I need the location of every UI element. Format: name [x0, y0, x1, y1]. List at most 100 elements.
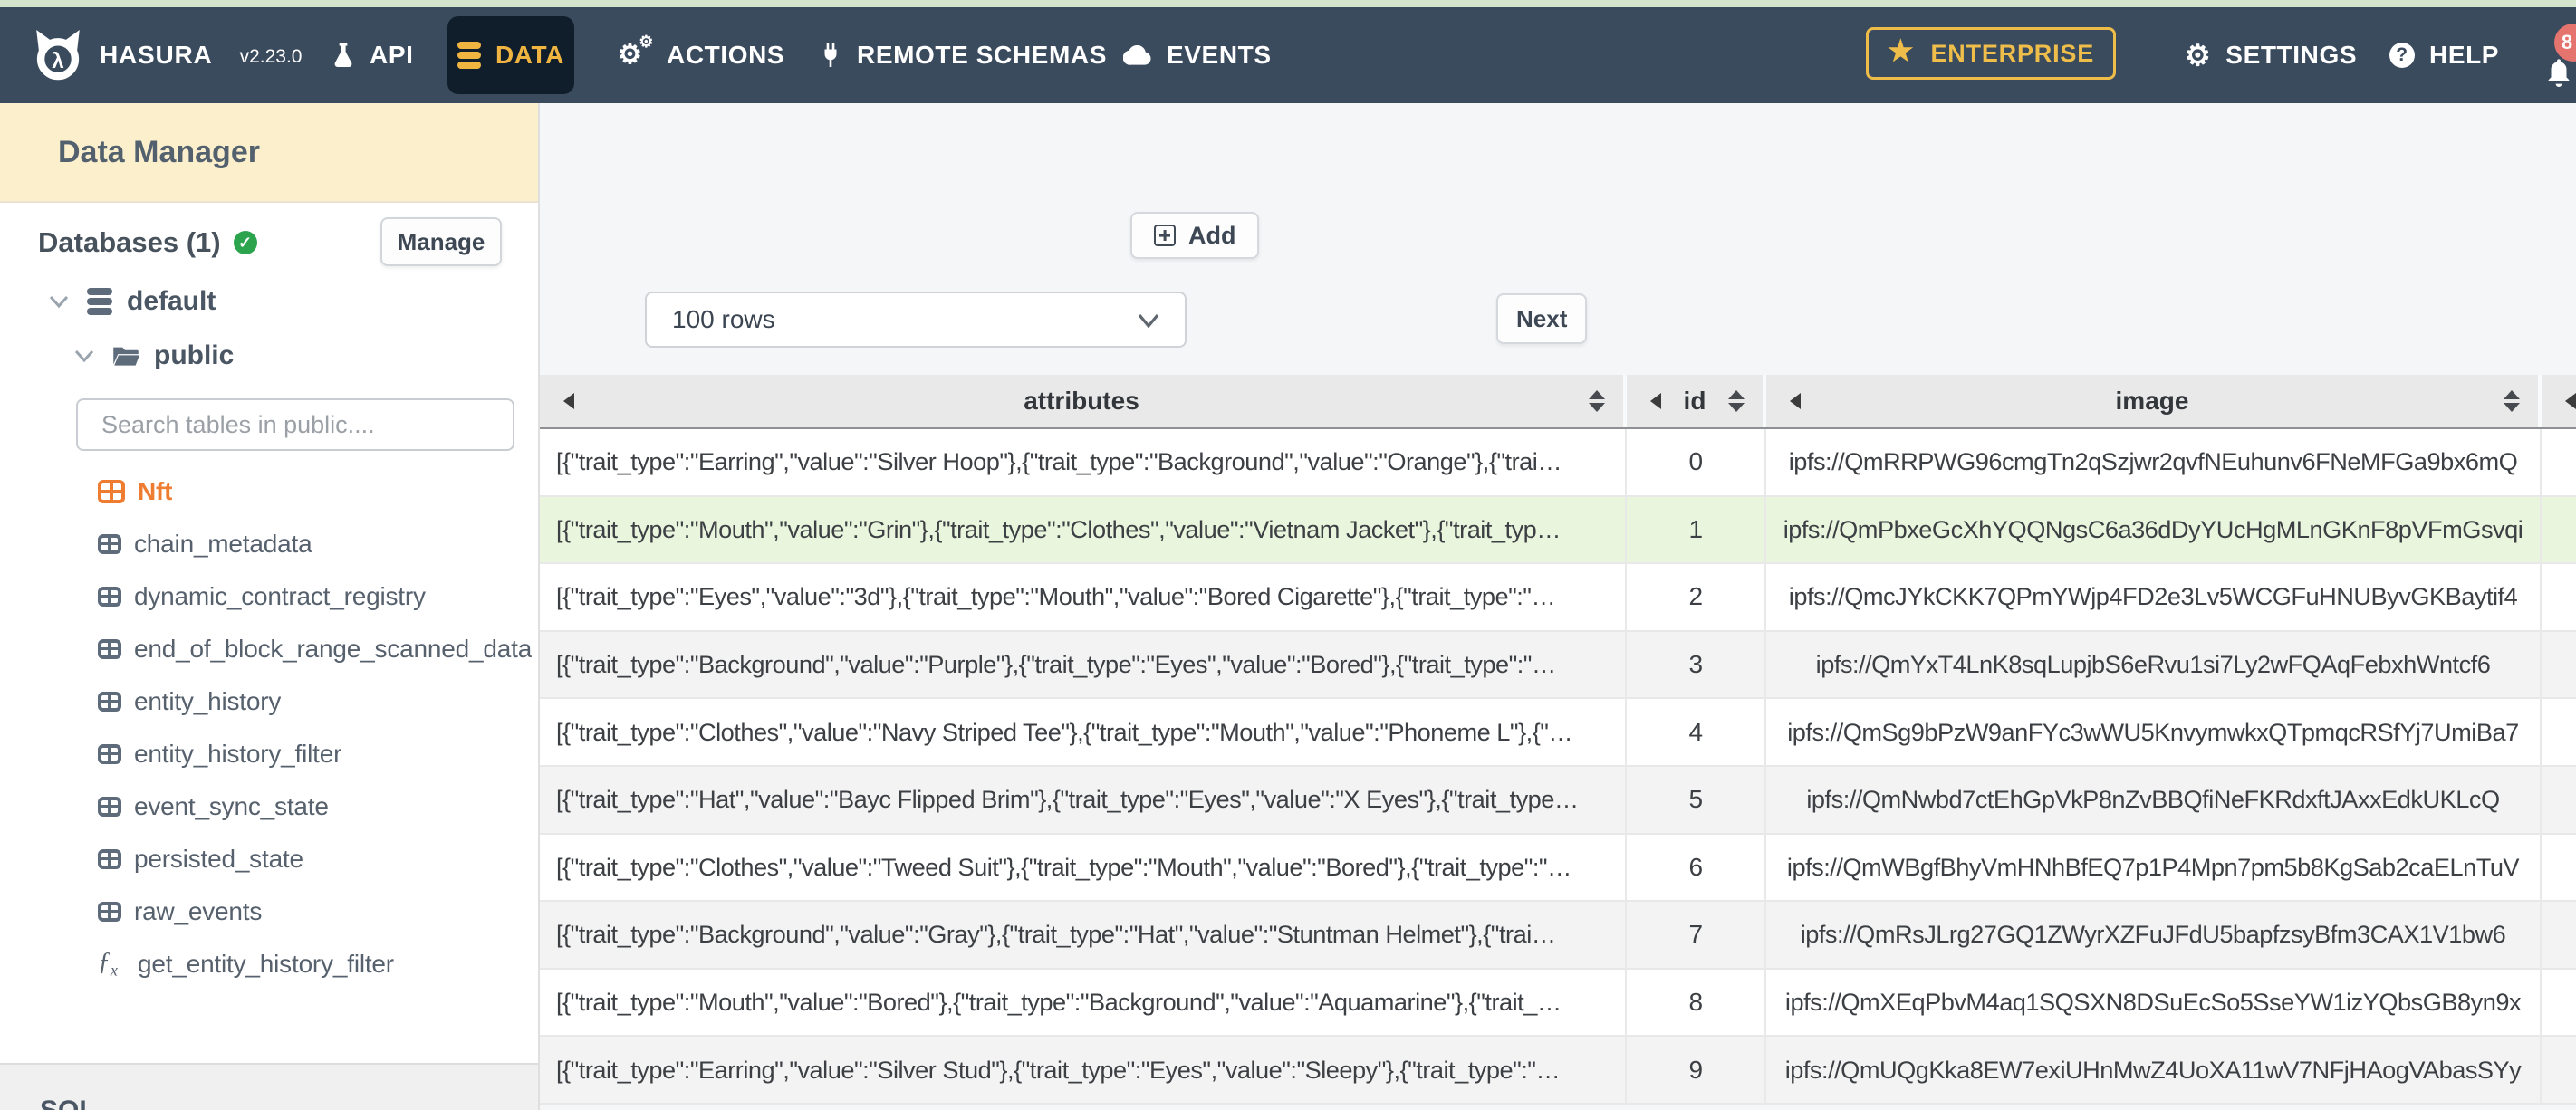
- cell-attributes: [{"trait_type":"Background","value":"Pur…: [540, 631, 1627, 698]
- table-row[interactable]: [{"trait_type":"Clothes","value":"Navy S…: [540, 699, 2576, 767]
- plug-icon: [819, 42, 842, 69]
- table-row[interactable]: [{"trait_type":"Eyes","value":"3d"},{"tr…: [540, 564, 2576, 632]
- table-header-row: attributes id image: [540, 375, 2576, 429]
- cell-attributes: [{"trait_type":"Hat","value":"Bayc Flipp…: [540, 766, 1627, 833]
- sidebar-table-item[interactable]: Nft: [0, 465, 538, 518]
- cell-attributes: [{"trait_type":"Clothes","value":"Tweed …: [540, 834, 1627, 901]
- sort-icon[interactable]: [2504, 390, 2520, 412]
- table-row[interactable]: [{"trait_type":"Mouth","value":"Grin"},{…: [540, 496, 2576, 565]
- collapse-column-icon[interactable]: [1650, 393, 1661, 409]
- tree-node-database[interactable]: default: [49, 286, 216, 317]
- sidebar-table-item[interactable]: event_sync_state: [0, 780, 538, 833]
- cell-partial: [2542, 970, 2576, 1036]
- cell-image: ipfs://QmSg9bPzW9anFYc3wWU5KnvymwkxQTpmq…: [1766, 699, 2542, 765]
- table-row[interactable]: [{"trait_type":"Earring","value":"Silver…: [540, 429, 2576, 497]
- sidebar-title-band: Data Manager: [0, 103, 538, 203]
- check-circle-icon: ✓: [233, 231, 257, 254]
- bell-icon: [2548, 59, 2570, 87]
- chevron-down-icon[interactable]: [49, 295, 69, 308]
- collapse-column-icon[interactable]: [1790, 393, 1801, 409]
- nav-item-label: REMOTE SCHEMAS: [857, 41, 1107, 69]
- cell-image: ipfs://QmRRPWG96cmgTn2qSzjwr2qvfNEuhunv6…: [1766, 429, 2542, 495]
- cell-image: ipfs://QmNwbd7ctEhGpVkP8nZvBBQfiNeFKRdxf…: [1766, 766, 2542, 833]
- table-row[interactable]: [{"trait_type":"Hat","value":"Bayc Flipp…: [540, 766, 2576, 835]
- tree-node-label: default: [127, 286, 216, 316]
- nav-item-actions[interactable]: ⚙ ⚙ ACTIONS: [618, 7, 785, 103]
- rows-per-page-select[interactable]: 100 rows: [645, 292, 1187, 348]
- sidebar-sql-section[interactable]: SQL: [0, 1063, 538, 1110]
- table-row[interactable]: [{"trait_type":"Clothes","value":"Tweed …: [540, 834, 2576, 903]
- sort-icon[interactable]: [1728, 390, 1745, 412]
- sidebar-table-item[interactable]: end_of_block_range_scanned_data: [0, 623, 538, 675]
- cell-partial: [2542, 835, 2576, 901]
- table-row[interactable]: [{"trait_type":"Earring","value":"Silver…: [540, 1037, 2576, 1105]
- cell-image: ipfs://QmUQgKka8EW7exiUHnMwZ4UoXA11wV7NF…: [1766, 1037, 2542, 1103]
- brand[interactable]: λ HASURA v2.23.0: [33, 7, 302, 103]
- table-row[interactable]: [{"trait_type":"Background","value":"Pur…: [540, 631, 2576, 700]
- table-name: get_entity_history_filter: [138, 950, 394, 978]
- plus-square-icon: [1154, 225, 1176, 246]
- table-icon: [98, 797, 121, 817]
- brand-name: HASURA: [100, 41, 213, 69]
- cell-image: ipfs://QmWBgfBhyVmHNhBfEQ7p1P4Mpn7pm5b8K…: [1766, 834, 2542, 901]
- table-name: entity_history_filter: [134, 740, 342, 768]
- cell-image: ipfs://QmXEqPbvM4aq1SQSXN8DSuEcSo5SseYW1…: [1766, 969, 2542, 1036]
- cell-id: 6: [1627, 834, 1766, 901]
- sidebar-table-item[interactable]: dynamic_contract_registry: [0, 570, 538, 623]
- question-icon: ?: [2389, 43, 2415, 68]
- database-icon: [457, 41, 481, 70]
- next-page-button[interactable]: Next: [1496, 293, 1588, 344]
- manage-button[interactable]: Manage: [380, 217, 502, 266]
- cell-partial: [2542, 699, 2576, 765]
- nav-item-label: DATA: [495, 41, 564, 69]
- cell-partial: [2542, 497, 2576, 563]
- search-tables-input[interactable]: Search tables in public....: [76, 398, 514, 451]
- cell-id: 5: [1627, 766, 1766, 833]
- cell-id: 8: [1627, 969, 1766, 1036]
- enterprise-button[interactable]: ★ ENTERPRISE: [1866, 27, 2116, 80]
- nav-item-remote-schemas[interactable]: REMOTE SCHEMAS: [819, 7, 1107, 103]
- table-icon: [98, 692, 121, 712]
- table-row[interactable]: [{"trait_type":"Background","value":"Gra…: [540, 902, 2576, 970]
- column-header-attributes[interactable]: attributes: [540, 375, 1627, 427]
- cell-id: 1: [1627, 496, 1766, 563]
- column-header-partial[interactable]: [2542, 375, 2576, 427]
- cell-attributes: [{"trait_type":"Mouth","value":"Grin"},{…: [540, 496, 1627, 563]
- table-name: end_of_block_range_scanned_data: [134, 635, 533, 663]
- cell-partial: [2542, 632, 2576, 698]
- tree-node-schema[interactable]: public: [74, 340, 234, 371]
- column-header-id[interactable]: id: [1627, 375, 1766, 427]
- cell-partial: [2542, 1037, 2576, 1103]
- collapse-column-icon[interactable]: [2565, 393, 2576, 409]
- table-name: chain_metadata: [134, 530, 312, 558]
- nav-item-label: ACTIONS: [667, 41, 785, 69]
- nav-item-settings[interactable]: ⚙ SETTINGS: [2185, 7, 2357, 103]
- nav-item-data[interactable]: DATA: [447, 16, 574, 94]
- collapse-column-icon[interactable]: [563, 393, 574, 409]
- svg-text:λ: λ: [52, 49, 63, 73]
- add-row-button[interactable]: Add: [1130, 212, 1260, 259]
- sidebar-table-item[interactable]: raw_events: [0, 885, 538, 938]
- chevron-down-icon[interactable]: [74, 349, 94, 362]
- sidebar-table-item[interactable]: entity_history_filter: [0, 728, 538, 780]
- table-icon: [98, 639, 121, 659]
- nav-item-events[interactable]: EVENTS: [1123, 7, 1272, 103]
- table-icon: [98, 587, 121, 607]
- cell-partial: [2542, 767, 2576, 833]
- sidebar-table-item[interactable]: entity_history: [0, 675, 538, 728]
- sidebar-table-item[interactable]: chain_metadata: [0, 518, 538, 570]
- sidebar-table-item[interactable]: ƒx get_entity_history_filter: [0, 938, 538, 990]
- cell-attributes: [{"trait_type":"Mouth","value":"Bored"},…: [540, 969, 1627, 1036]
- table-name: entity_history: [134, 687, 282, 715]
- cell-attributes: [{"trait_type":"Eyes","value":"3d"},{"tr…: [540, 564, 1627, 630]
- sidebar-table-item[interactable]: persisted_state: [0, 833, 538, 885]
- column-header-image[interactable]: image: [1766, 375, 2542, 427]
- cloud-icon: [1123, 45, 1152, 65]
- cell-id: 9: [1627, 1037, 1766, 1103]
- nav-item-help[interactable]: ? HELP: [2389, 7, 2499, 103]
- nav-item-api[interactable]: API: [332, 7, 413, 103]
- table-row[interactable]: [{"trait_type":"Mouth","value":"Bored"},…: [540, 969, 2576, 1038]
- cell-id: 3: [1627, 631, 1766, 698]
- notifications-button[interactable]: 8: [2542, 7, 2576, 103]
- sort-icon[interactable]: [1589, 390, 1605, 412]
